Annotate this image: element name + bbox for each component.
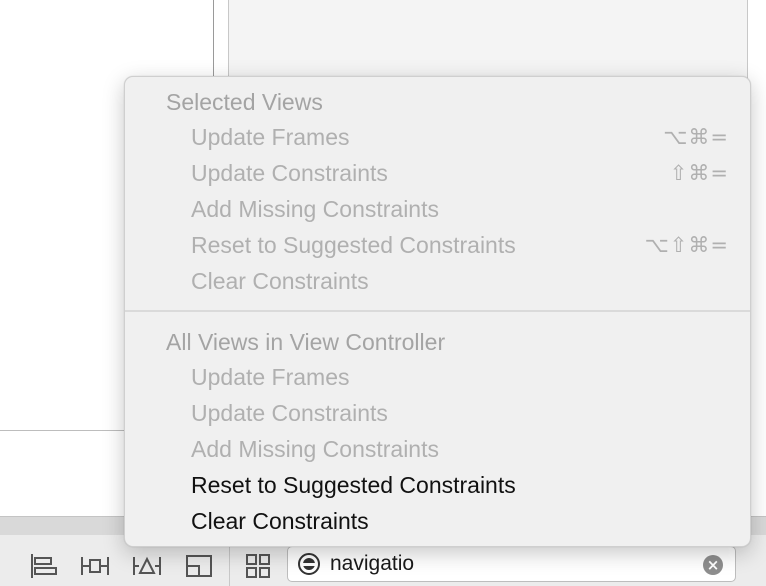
menu-item-label: Clear Constraints [191,508,369,534]
menu-item-label: Update Frames [191,364,350,390]
menu-item-label: Add Missing Constraints [191,196,439,222]
filter-scope-icon[interactable] [298,553,320,575]
menu-item-label: Update Constraints [191,400,388,426]
align-button[interactable] [26,551,60,581]
search-input-value[interactable]: navigatio [330,552,414,576]
menu-item-label: Update Constraints [191,160,388,186]
menu-item-update-constraints-all[interactable]: Update Constraints [191,397,729,429]
menu-item-label: Update Frames [191,124,350,150]
menu-item-update-constraints-selected[interactable]: Update Constraints ⇧⌘= [191,157,729,189]
keyboard-shortcut: ⇧⌘= [669,161,729,185]
clear-search-icon[interactable]: × [703,555,723,575]
grid-view-button[interactable] [241,551,275,581]
menu-item-update-frames-all[interactable]: Update Frames [191,361,729,393]
menu-item-update-frames-selected[interactable]: Update Frames ⌥⌘= [191,121,729,153]
toolbar-divider [229,545,230,586]
resolve-auto-layout-issues-icon [133,556,161,575]
menu-item-reset-to-suggested-constraints-all[interactable]: Reset to Suggested Constraints [191,469,729,501]
keyboard-shortcut: ⌥⌘= [663,125,729,149]
menu-item-label: Add Missing Constraints [191,436,439,462]
menu-section-header-selected-views: Selected Views [166,89,323,115]
align-icon [31,554,57,578]
menu-section-header-all-views: All Views in View Controller [166,329,446,355]
menu-item-label: Reset to Suggested Constraints [191,232,516,258]
filter-search-field[interactable]: navigatio × [287,546,736,582]
pin-icon [81,557,109,575]
grid-view-icon [246,554,270,578]
resizing-behavior-icon [186,555,212,577]
menu-separator [125,310,750,312]
menu-item-add-missing-constraints-selected[interactable]: Add Missing Constraints [191,193,729,225]
menu-item-label: Clear Constraints [191,268,369,294]
keyboard-shortcut: ⌥⇧⌘= [644,233,729,257]
menu-item-label: Reset to Suggested Constraints [191,472,516,498]
resizing-behavior-button[interactable] [182,551,216,581]
resolve-auto-layout-issues-menu: Selected Views Update Frames ⌥⌘= Update … [124,76,751,547]
menu-item-clear-constraints-selected[interactable]: Clear Constraints [191,265,729,297]
menu-item-add-missing-constraints-all[interactable]: Add Missing Constraints [191,433,729,465]
resolve-issues-button[interactable] [130,551,164,581]
pin-button[interactable] [78,551,112,581]
menu-item-reset-to-suggested-constraints-selected[interactable]: Reset to Suggested Constraints ⌥⇧⌘= [191,229,729,261]
menu-item-clear-constraints-all[interactable]: Clear Constraints [191,505,729,537]
